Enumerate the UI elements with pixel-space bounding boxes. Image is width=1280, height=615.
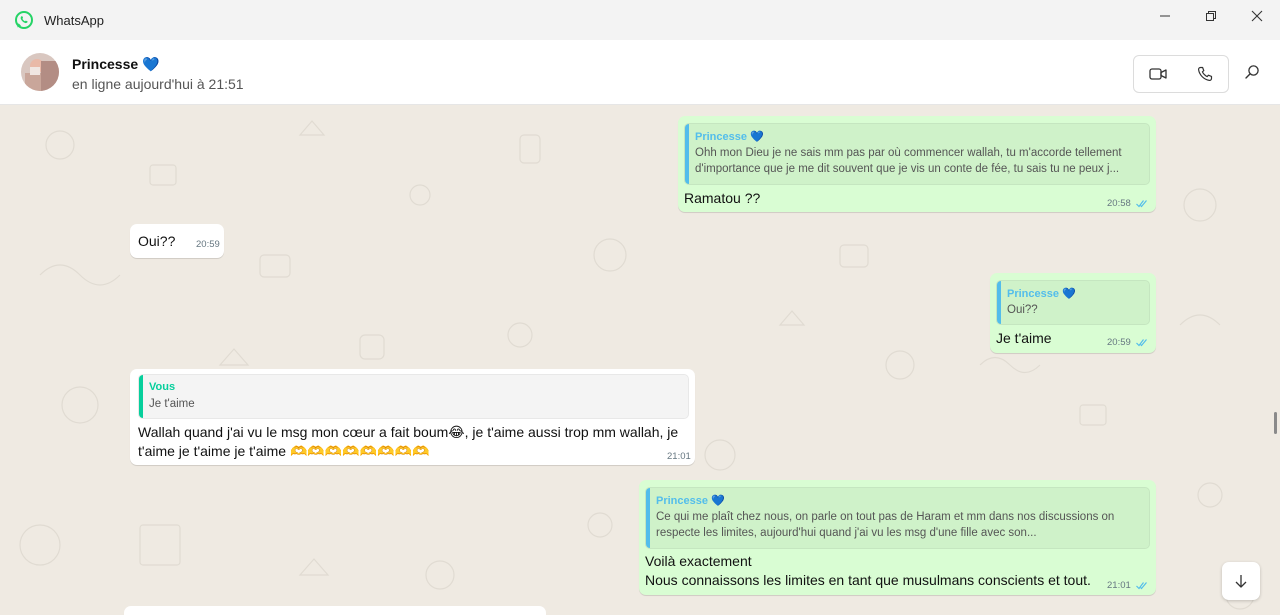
quoted-message[interactable]: Vous Je t'aime [138,374,689,419]
minimize-button[interactable] [1142,0,1188,32]
quote-author: Princesse 💙 [695,131,764,143]
close-button[interactable] [1234,0,1280,32]
scroll-to-bottom-button[interactable] [1222,562,1260,600]
avatar-image [21,53,59,91]
message-bubble-incoming[interactable]: Oui?? 20:59 [130,224,224,258]
message-bubble-outgoing[interactable]: Princesse 💙 Ohh mon Dieu je ne sais mm p… [678,116,1156,212]
message-time: 20:59 [196,239,220,250]
search-button[interactable] [1238,58,1266,86]
message-text: Je t'aime [996,330,1052,346]
message-text: Oui?? [138,233,176,249]
read-ticks-icon [1136,582,1147,590]
quote-author: Princesse 💙 [656,495,725,507]
whatsapp-logo-icon [15,11,33,29]
read-ticks-icon [1136,339,1147,347]
scrollbar-thumb[interactable] [1274,412,1277,434]
call-buttons [1133,55,1229,93]
search-icon [1245,65,1259,79]
message-time: 21:01 [667,451,691,462]
maximize-button[interactable] [1188,0,1234,32]
quote-text: Ohh mon Dieu je ne sais mm pas par où co… [695,147,1122,175]
video-call-icon [1148,68,1167,80]
avatar[interactable] [21,53,59,91]
chat-area[interactable]: Princesse 💙 Ohh mon Dieu je ne sais mm p… [0,105,1280,615]
video-call-button[interactable] [1134,56,1181,92]
quoted-message[interactable]: Princesse 💙 Ohh mon Dieu je ne sais mm p… [684,123,1150,185]
arrow-down-icon [1235,575,1247,588]
chat-header: Princesse 💙 en ligne aujourd'hui à 21:51 [0,40,1280,105]
quoted-message[interactable]: Princesse 💙 Oui?? [996,280,1150,325]
message-bubble-outgoing[interactable]: Princesse 💙 Oui?? Je t'aime 20:59 [990,273,1156,353]
message-bubble-incoming-partial[interactable] [124,606,546,615]
app-title: WhatsApp [44,13,104,28]
quote-author: Princesse 💙 [1007,288,1076,300]
message-time: 20:58 [1107,198,1131,209]
message-time: 21:01 [1107,580,1131,591]
quote-text: Oui?? [1007,304,1038,316]
quote-author: Vous [149,381,176,393]
maximize-icon [1206,11,1216,21]
quote-bar [997,281,1001,324]
message-text: Ramatou ?? [684,190,761,206]
contact-status: en ligne aujourd'hui à 21:51 [72,76,244,92]
read-ticks-icon [1136,200,1147,208]
voice-call-button[interactable] [1181,56,1228,92]
message-text: Voilà exactement Nous connaissons les li… [645,553,1091,588]
quote-bar [139,375,143,418]
voice-call-icon [1197,66,1212,82]
message-text: Wallah quand j'ai vu le msg mon cœur a f… [138,424,679,459]
message-time: 20:59 [1107,337,1131,348]
message-bubble-incoming[interactable]: Vous Je t'aime Wallah quand j'ai vu le m… [130,369,695,465]
message-bubble-outgoing[interactable]: Princesse 💙 Ce qui me plaît chez nous, o… [639,480,1156,595]
contact-name[interactable]: Princesse 💙 [72,56,159,73]
quoted-message[interactable]: Princesse 💙 Ce qui me plaît chez nous, o… [645,487,1150,549]
minimize-icon [1160,15,1170,17]
quote-text: Je t'aime [149,398,195,410]
quote-text: Ce qui me plaît chez nous, on parle on t… [656,511,1115,539]
close-icon [1251,10,1263,22]
quote-bar [646,488,650,548]
title-bar: WhatsApp [0,0,1280,40]
quote-bar [685,124,689,184]
